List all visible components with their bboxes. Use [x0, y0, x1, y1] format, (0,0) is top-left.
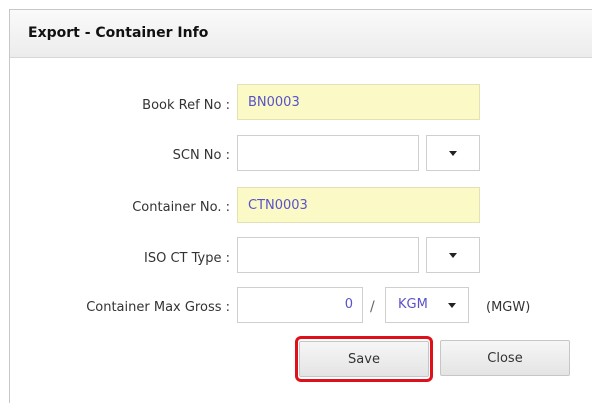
- unit-select[interactable]: KGM: [385, 287, 469, 323]
- scn-input[interactable]: [237, 135, 419, 171]
- unit-separator: /: [370, 299, 375, 315]
- scn-label: SCN No :: [172, 148, 230, 163]
- max-gross-label: Container Max Gross :: [86, 300, 230, 315]
- save-button-highlight: [295, 336, 433, 382]
- container-no-label: Container No. :: [132, 200, 230, 215]
- close-button[interactable]: Close: [440, 340, 570, 376]
- caret-down-icon: [449, 150, 457, 156]
- dialog-title: Export - Container Info: [28, 25, 209, 41]
- mgw-suffix: (MGW): [486, 300, 531, 315]
- iso-ct-type-input[interactable]: [237, 237, 419, 273]
- dialog-titlebar: Export - Container Info: [10, 10, 592, 58]
- caret-down-icon: [449, 252, 457, 258]
- unit-selected-value: KGM: [398, 297, 428, 312]
- caret-down-icon: [448, 303, 456, 308]
- iso-ct-type-dropdown-button[interactable]: [426, 237, 480, 273]
- iso-ct-type-label: ISO CT Type :: [144, 251, 230, 266]
- book-ref-label: Book Ref No :: [142, 98, 230, 113]
- container-no-input[interactable]: [237, 187, 480, 223]
- book-ref-input[interactable]: [237, 84, 480, 120]
- max-gross-input[interactable]: 0: [237, 287, 363, 323]
- scn-dropdown-button[interactable]: [426, 135, 480, 171]
